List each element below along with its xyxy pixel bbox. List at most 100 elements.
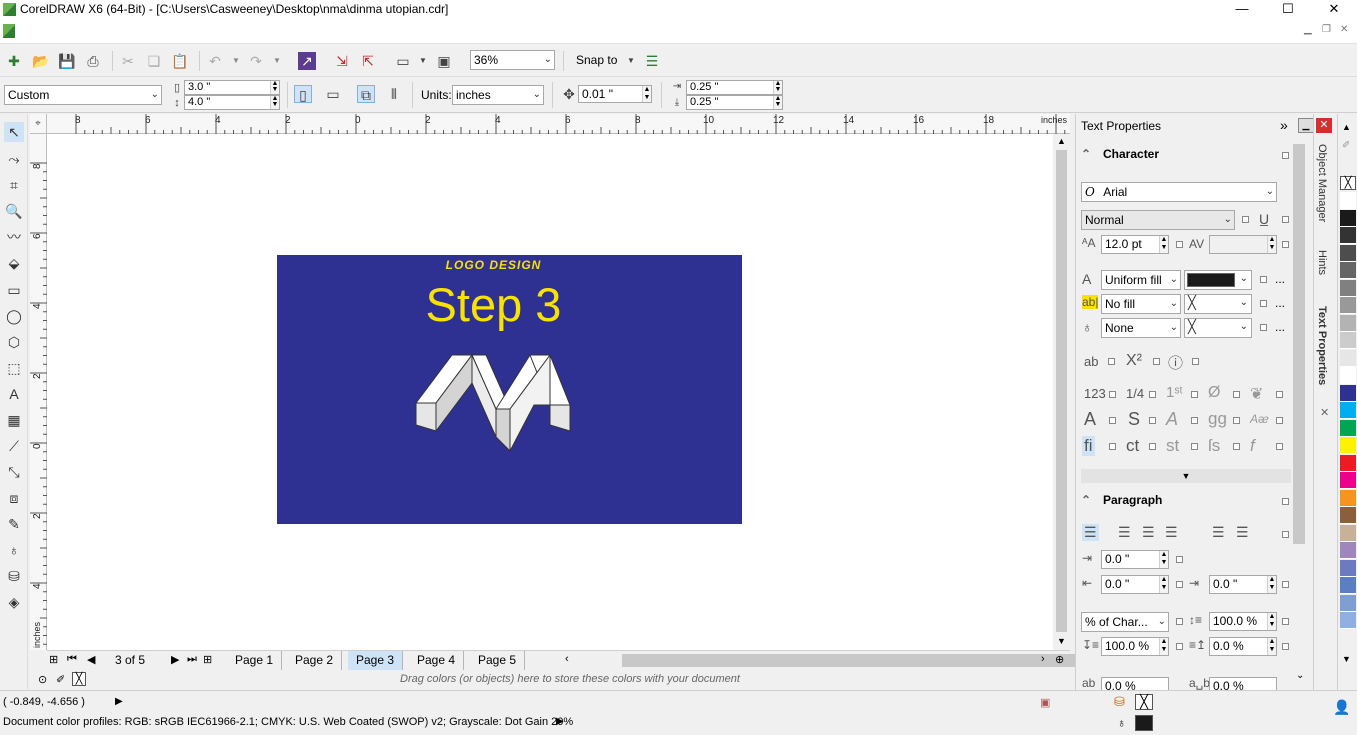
horizontal-ruler[interactable]: 8 6 4 2 0 2 4 6 8 10 12 14 16 18 inches [47,114,1070,134]
character-spacing-field[interactable]: 0.0 % [1101,677,1169,690]
checkbox[interactable] [1176,581,1183,588]
color-swatch[interactable] [1340,227,1356,244]
checkbox[interactable] [1149,417,1156,424]
eyedropper-tool-icon[interactable]: ✎ [4,514,24,534]
spin-arrows-icon[interactable]: ▲ ▼ [270,95,279,109]
freehand-tool-icon[interactable]: 〰 [4,227,24,247]
next-page-icon[interactable]: ▶ [171,653,179,666]
application-launcher-icon[interactable]: ▭ [394,52,412,70]
logo-design-text[interactable]: LOGO DESIGN [277,258,710,272]
justify-icon[interactable]: ☰ [1212,524,1225,541]
checkbox[interactable] [1233,443,1240,450]
color-swatch[interactable] [1340,297,1356,314]
user-icon[interactable]: 👤 [1333,699,1350,716]
slashed-zero-icon[interactable]: Ø [1208,384,1220,402]
color-swatch[interactable] [1340,209,1356,227]
logo-m-shape[interactable] [414,353,574,453]
checkbox[interactable] [1176,556,1183,563]
checkbox[interactable] [1108,358,1115,365]
color-swatch[interactable] [1340,472,1356,489]
contextual-alternates-icon[interactable]: f [1250,436,1255,456]
collapse-docker-icon[interactable]: » [1280,117,1288,133]
tab-page-1[interactable]: Page 1 [227,651,283,670]
save-icon[interactable]: 💾 [58,52,76,70]
titling-alternates-icon[interactable]: Aᴂ [1250,412,1269,426]
background-color-picker[interactable]: ╳ ⌄ [1184,294,1252,314]
color-swatch[interactable] [1340,244,1356,262]
vertical-ruler[interactable]: 8 6 4 2 0 2 4 inches [30,134,47,650]
import-icon[interactable]: ⇲ [333,52,351,70]
color-swatch[interactable] [1340,542,1356,559]
checkbox[interactable] [1282,216,1289,223]
all-caps-icon[interactable]: A [1084,409,1096,430]
no-fill-swatch[interactable]: ╳ [1340,176,1356,190]
checkbox[interactable] [1260,324,1267,331]
spin-arrows-icon[interactable]: ▲ ▼ [1159,551,1168,568]
font-list-combo[interactable]: O Arial ⌄ [1081,182,1277,202]
color-swatch[interactable] [1340,367,1356,384]
outline-combo[interactable]: None ⌄ [1101,318,1181,338]
document-icon[interactable] [3,24,15,38]
font-size-field[interactable]: 12.0 pt ▲ ▼ [1101,235,1169,254]
color-swatch[interactable] [1340,594,1356,612]
right-indent-field[interactable]: 0.0 " ▲ ▼ [1209,575,1277,594]
checkbox[interactable] [1260,276,1267,283]
undo-dropdown-icon[interactable]: ▼ [227,52,245,70]
color-swatch[interactable] [1340,577,1356,594]
checkbox[interactable] [1276,443,1283,450]
checkbox[interactable] [1242,216,1249,223]
step-text[interactable]: Step 3 [277,277,710,332]
character-info-icon[interactable]: ⓘ [1168,352,1183,373]
color-swatch[interactable] [1340,559,1356,577]
kerning-field[interactable]: ▲ ▼ [1209,235,1277,254]
color-swatch[interactable] [1340,612,1356,629]
scroll-right-icon[interactable]: › [1041,653,1045,665]
checkbox[interactable] [1260,300,1267,307]
force-justify-icon[interactable]: ☰ [1236,524,1249,541]
minimize-button[interactable]: — [1219,0,1265,20]
color-swatch[interactable] [1340,349,1356,367]
duplicate-x-field[interactable]: 0.25 " ▲ ▼ [686,80,783,95]
align-left-icon[interactable]: ☰ [1118,524,1131,541]
add-page-after-icon[interactable]: ⊞ [203,653,212,666]
checkbox[interactable] [1109,391,1116,398]
checkbox[interactable] [1282,498,1289,505]
duplicate-y-field[interactable]: 0.25 " ▲ ▼ [686,95,783,110]
undo-icon[interactable]: ↶ [206,52,224,70]
checkbox[interactable] [1109,417,1116,424]
artwork-rectangle[interactable]: LOGO DESIGN Step 3 [277,255,742,524]
checkbox[interactable] [1176,643,1183,650]
underline-style-icon[interactable]: ab [1084,354,1098,369]
search-content-icon[interactable]: ↗ [298,52,316,70]
checkbox[interactable] [1176,241,1183,248]
line-spacing-field[interactable]: 100.0 % ▲ ▼ [1209,612,1277,631]
align-right-icon[interactable]: ☰ [1165,524,1178,541]
color-swatch[interactable] [1340,262,1356,279]
page-height-field[interactable]: 4.0 " ▲ ▼ [184,95,280,110]
fill-color-picker[interactable]: ⌄ [1184,270,1252,290]
rectangle-tool-icon[interactable]: ▭ [4,280,24,300]
color-swatch[interactable] [1340,279,1356,297]
color-swatch[interactable] [1340,384,1356,402]
shape-tool-icon[interactable]: ⤳ [4,149,24,169]
checkbox[interactable] [1282,531,1289,538]
numerals-icon[interactable]: 123 [1084,386,1106,401]
status-expand-icon[interactable]: ▶ [115,696,123,707]
spin-arrows-icon[interactable]: ▲ ▼ [270,80,279,94]
docker-scrollbar[interactable] [1293,144,1305,544]
doc-restore-icon[interactable]: ❐ [1322,24,1331,35]
tab-page-4[interactable]: Page 4 [409,651,465,670]
checkbox[interactable] [1109,443,1116,450]
checkbox[interactable] [1276,391,1283,398]
swash-icon[interactable]: A [1166,409,1178,430]
color-swatch[interactable] [1340,332,1356,349]
checkbox[interactable] [1282,581,1289,588]
align-center-icon[interactable]: ☰ [1142,524,1155,541]
checkbox[interactable] [1192,358,1199,365]
character-section[interactable]: ⌃ Character [1081,147,1291,165]
launcher-dropdown-icon[interactable]: ▼ [414,52,432,70]
all-pages-icon[interactable]: ⧉ [357,85,375,103]
tab-page-5[interactable]: Page 5 [470,651,526,670]
expand-more-icon[interactable]: ▼ [1081,469,1291,483]
spin-arrows-icon[interactable]: ▲ ▼ [1267,613,1276,630]
